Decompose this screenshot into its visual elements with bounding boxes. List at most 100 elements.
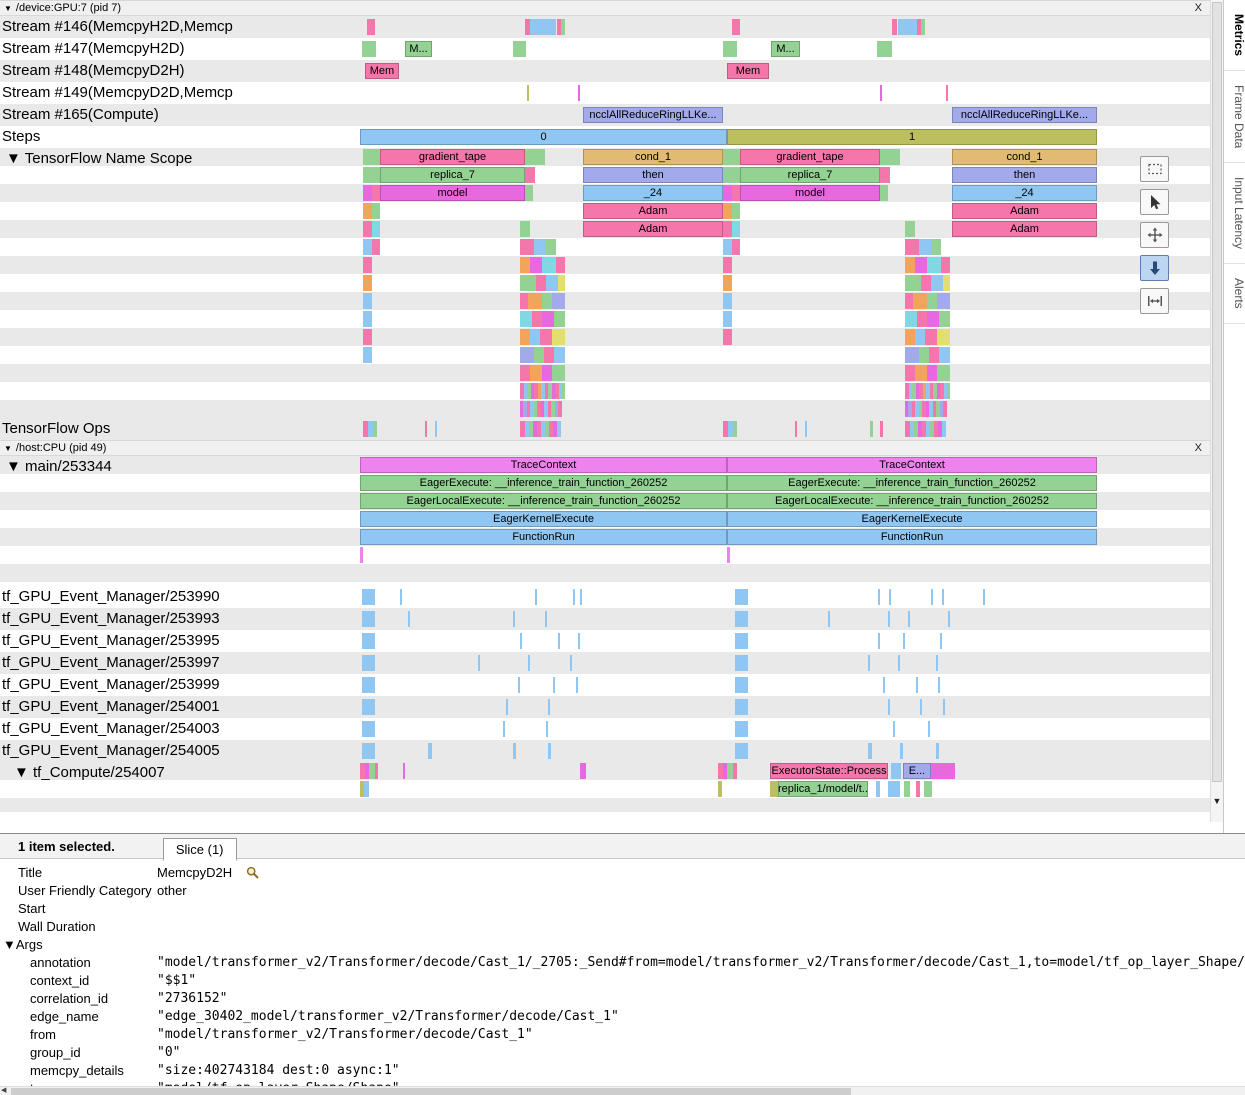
trace-event[interactable] [723, 329, 732, 345]
trace-event[interactable] [931, 239, 941, 255]
trace-event[interactable] [548, 743, 551, 759]
trace-event[interactable] [905, 257, 915, 273]
trace-event[interactable] [876, 781, 880, 797]
trace-event[interactable]: model [380, 185, 525, 201]
trace-event[interactable]: FunctionRun [360, 529, 727, 545]
trace-event[interactable] [544, 347, 554, 363]
trace-event[interactable] [363, 311, 372, 327]
trace-event[interactable] [362, 589, 375, 605]
trace-event[interactable] [947, 383, 950, 399]
trace-event[interactable] [534, 239, 546, 255]
trace-event[interactable] [363, 293, 372, 309]
trace-event[interactable] [578, 85, 580, 101]
trace-event[interactable] [723, 203, 732, 219]
trace-event[interactable] [936, 743, 939, 759]
trace-event[interactable] [880, 421, 883, 437]
trace-event[interactable] [908, 611, 910, 627]
timing-tool[interactable] [1140, 288, 1169, 314]
trace-event[interactable]: Adam [583, 221, 723, 237]
trace-event[interactable] [828, 611, 830, 627]
trace-event[interactable] [363, 275, 372, 291]
tab-slice[interactable]: Slice (1) [163, 838, 237, 861]
trace-event[interactable] [905, 365, 915, 381]
trace-event[interactable] [917, 311, 927, 327]
trace-event[interactable] [363, 167, 380, 183]
trace-event[interactable]: TraceContext [727, 457, 1097, 473]
trace-event[interactable] [363, 149, 380, 165]
trace-event[interactable]: gradient_tape [740, 149, 880, 165]
trace-event[interactable] [362, 677, 375, 693]
zoom-tool[interactable] [1140, 255, 1169, 281]
trace-event[interactable] [888, 699, 890, 715]
trace-event[interactable] [372, 221, 380, 237]
trace-event[interactable]: gradient_tape [380, 149, 525, 165]
trace-event[interactable] [905, 275, 921, 291]
collapse-triangle-icon[interactable]: ▼ [4, 4, 12, 13]
trace-event[interactable]: replica_7 [380, 167, 525, 183]
trace-event[interactable] [718, 781, 722, 797]
trace-event[interactable]: FunctionRun [727, 529, 1097, 545]
trace-event[interactable] [528, 655, 530, 671]
trace-event[interactable] [927, 311, 939, 327]
trace-event[interactable] [561, 19, 565, 35]
trace-event[interactable] [880, 85, 882, 101]
trace-event[interactable] [805, 421, 807, 437]
trace-event[interactable] [735, 589, 748, 605]
trace-event[interactable] [931, 763, 955, 779]
trace-event[interactable] [878, 589, 880, 605]
trace-event[interactable] [929, 347, 939, 363]
trace-event[interactable] [905, 347, 919, 363]
trace-event[interactable] [580, 589, 582, 605]
trace-event[interactable] [425, 421, 427, 437]
trace-event[interactable] [733, 421, 737, 437]
trace-event[interactable] [506, 699, 508, 715]
trace-event[interactable] [732, 221, 740, 237]
trace-event[interactable] [948, 611, 950, 627]
trace-event[interactable] [364, 781, 369, 797]
trace-event[interactable] [903, 633, 905, 649]
trace-event[interactable] [525, 167, 535, 183]
trace-event[interactable] [898, 655, 900, 671]
trace-event[interactable] [557, 421, 561, 437]
trace-event[interactable] [915, 257, 927, 273]
trace-event[interactable] [513, 743, 516, 759]
trace-event[interactable]: Adam [583, 203, 723, 219]
track-label-tensorflow-name-scope[interactable]: ▼ TensorFlow Name Scope [0, 148, 248, 418]
trace-event[interactable] [924, 781, 932, 797]
trace-event[interactable] [732, 203, 740, 219]
trace-event[interactable]: _24 [583, 185, 723, 201]
args-section-toggle[interactable]: ▼Args [0, 937, 43, 952]
trace-event[interactable]: TraceContext [360, 457, 727, 473]
trace-event[interactable] [942, 589, 944, 605]
trace-event[interactable]: ExecutorState::Process [770, 763, 888, 779]
trace-event[interactable] [362, 721, 375, 737]
side-tab-frame-data[interactable]: Frame Data [1224, 71, 1245, 163]
trace-event[interactable] [928, 721, 930, 737]
trace-event[interactable]: ncclAllReduceRingLLKe... [583, 107, 723, 123]
trace-event[interactable] [905, 239, 919, 255]
trace-event[interactable] [936, 655, 938, 671]
trace-event[interactable] [937, 329, 950, 345]
trace-event[interactable]: replica_7 [740, 167, 880, 183]
trace-event[interactable] [548, 699, 550, 715]
trace-event[interactable] [877, 41, 892, 57]
trace-event[interactable] [534, 347, 544, 363]
trace-event[interactable] [362, 655, 375, 671]
trace-event[interactable] [925, 329, 937, 345]
side-tab-alerts[interactable]: Alerts [1224, 264, 1245, 324]
trace-event[interactable] [478, 655, 480, 671]
trace-event[interactable] [558, 275, 565, 291]
vertical-scrollbar[interactable]: ▼ [1210, 0, 1223, 822]
trace-event[interactable] [428, 743, 432, 759]
trace-event[interactable] [915, 365, 927, 381]
trace-event[interactable] [362, 611, 375, 627]
trace-event[interactable] [530, 365, 542, 381]
trace-event[interactable] [546, 721, 548, 737]
trace-event[interactable]: 1 [727, 129, 1097, 145]
trace-event[interactable] [403, 763, 405, 779]
trace-event[interactable] [520, 311, 532, 327]
trace-event[interactable] [921, 275, 931, 291]
trace-event[interactable] [570, 655, 572, 671]
trace-event[interactable] [880, 167, 890, 183]
trace-event[interactable] [553, 677, 555, 693]
